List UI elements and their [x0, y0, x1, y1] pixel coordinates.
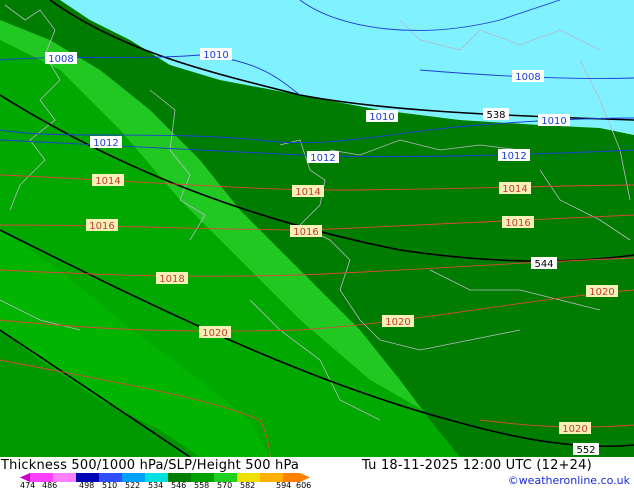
svg-text:1014: 1014: [95, 176, 120, 187]
isobar-label: 1008: [45, 52, 77, 65]
svg-text:1008: 1008: [515, 72, 540, 83]
svg-text:1014: 1014: [295, 187, 320, 198]
weather-map-frame: 1008 1010 1008 1010 1010 1012 1012 1012 …: [0, 0, 634, 490]
isobar-label: 1020: [586, 285, 618, 298]
scale-tick: 534: [148, 481, 164, 490]
copyright-link[interactable]: ©weatheronline.co.uk: [508, 474, 630, 487]
svg-text:1010: 1010: [541, 116, 566, 127]
isobar-label: 1016: [502, 216, 534, 229]
isobar-label: 1010: [538, 114, 570, 127]
scale-tick: 558: [194, 481, 210, 490]
thickness-map: 1008 1010 1008 1010 1010 1012 1012 1012 …: [0, 0, 634, 457]
isobar-label: 1016: [290, 225, 322, 238]
isobar-label: 1020: [199, 326, 231, 339]
isobar-label: 1012: [498, 149, 530, 162]
map-footer: Thickness 500/1000 hPa/SLP/Height 500 hP…: [0, 457, 634, 490]
isobar-label: 1012: [90, 136, 122, 149]
svg-text:1012: 1012: [501, 151, 526, 162]
scale-tick: 606: [296, 481, 312, 490]
scale-tick: 570: [217, 481, 233, 490]
svg-text:1018: 1018: [159, 274, 184, 285]
scale-tick: 546: [171, 481, 187, 490]
svg-text:1012: 1012: [93, 138, 118, 149]
scale-tick: 486: [42, 481, 58, 490]
isobar-label: 1010: [200, 48, 232, 61]
isobar-label: 1014: [92, 174, 124, 187]
isobar-label: 1020: [382, 315, 414, 328]
svg-text:1016: 1016: [293, 227, 318, 238]
isobar-label: 1014: [499, 182, 531, 195]
height-label: 538: [483, 108, 509, 121]
svg-text:1016: 1016: [89, 221, 114, 232]
svg-text:1020: 1020: [562, 424, 587, 435]
svg-text:1016: 1016: [505, 218, 530, 229]
isobar-label: 1018: [156, 272, 188, 285]
scale-tick: 522: [125, 481, 141, 490]
scale-tick: 474: [20, 481, 36, 490]
svg-text:1014: 1014: [502, 184, 527, 195]
isobar-label: 1016: [86, 219, 118, 232]
isobar-label: 1020: [559, 422, 591, 435]
svg-text:1010: 1010: [369, 112, 394, 123]
map-title: Thickness 500/1000 hPa/SLP/Height 500 hP…: [1, 458, 300, 473]
map-valid-time: Tu 18-11-2025 12:00 UTC (12+24): [362, 458, 592, 473]
svg-text:552: 552: [576, 445, 595, 456]
svg-text:1012: 1012: [310, 153, 335, 164]
isobar-label: 1014: [292, 185, 324, 198]
svg-text:538: 538: [486, 110, 505, 121]
height-label: 544: [531, 257, 557, 270]
svg-text:1008: 1008: [48, 54, 73, 65]
svg-text:1020: 1020: [385, 317, 410, 328]
svg-text:1020: 1020: [202, 328, 227, 339]
scale-tick-labels: 474 486 498 510 522 534 546 558 570 582 …: [20, 481, 320, 490]
svg-text:1020: 1020: [589, 287, 614, 298]
isobar-label: 1010: [366, 110, 398, 123]
scale-tick: 594: [276, 481, 292, 490]
isobar-label: 1012: [307, 151, 339, 164]
scale-tick: 510: [102, 481, 118, 490]
scale-tick: 498: [79, 481, 95, 490]
isobar-label: 1008: [512, 70, 544, 83]
svg-text:544: 544: [534, 259, 553, 270]
scale-tick: 582: [240, 481, 256, 490]
svg-text:1010: 1010: [203, 50, 228, 61]
height-label: 552: [573, 443, 599, 456]
